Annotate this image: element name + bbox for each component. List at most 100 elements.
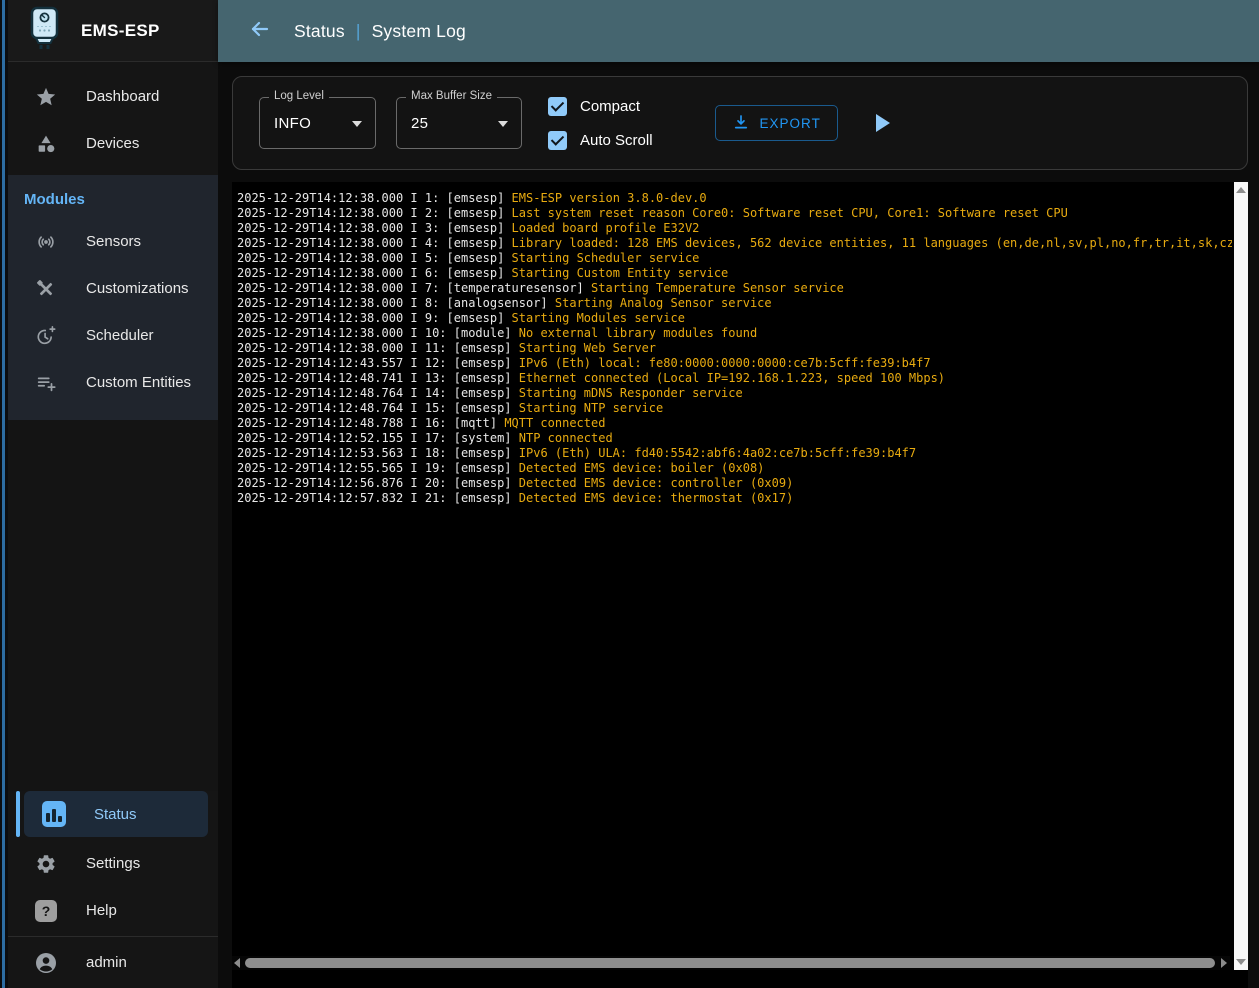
log-line: 2025-12-29T14:12:53.563 I 18: [emsesp] I…: [237, 446, 1232, 461]
chevron-down-icon: [352, 121, 362, 127]
log-console: 2025-12-29T14:12:38.000 I 1: [emsesp] EM…: [232, 182, 1248, 988]
sidebar-item-help[interactable]: ? Help: [8, 887, 218, 934]
log-line: 2025-12-29T14:12:38.000 I 2: [emsesp] La…: [237, 206, 1232, 221]
compact-checkbox[interactable]: [548, 97, 567, 116]
log-line: 2025-12-29T14:12:38.000 I 3: [emsesp] Lo…: [237, 221, 1232, 236]
log-level-select[interactable]: Log Level INFO: [259, 97, 376, 149]
account-circle-icon: [34, 951, 58, 975]
sidebar-item-settings[interactable]: Settings: [8, 840, 218, 887]
page-title: System Log: [372, 21, 466, 41]
log-line: 2025-12-29T14:12:48.764 I 14: [emsesp] S…: [237, 386, 1232, 401]
log-line: 2025-12-29T14:12:38.000 I 7: [temperatur…: [237, 281, 1232, 296]
log-line: 2025-12-29T14:12:38.000 I 9: [emsesp] St…: [237, 311, 1232, 326]
gear-icon: [34, 852, 58, 876]
export-button[interactable]: EXPORT: [715, 105, 838, 141]
sidebar: EMS-ESP Dashboard Devices Modules: [8, 0, 218, 988]
sidebar-item-dashboard[interactable]: Dashboard: [8, 73, 218, 120]
bar-chart-icon: [42, 802, 66, 826]
vertical-scrollbar[interactable]: [1234, 182, 1248, 970]
compact-label: Compact: [580, 98, 640, 115]
sidebar-divider: [8, 936, 218, 937]
log-line: 2025-12-29T14:12:38.000 I 4: [emsesp] Li…: [237, 236, 1232, 251]
sidebar-item-label: Status: [94, 806, 137, 823]
sidebar-item-label: Custom Entities: [86, 374, 191, 391]
log-line: 2025-12-29T14:12:55.565 I 19: [emsesp] D…: [237, 461, 1232, 476]
toolbar-checkboxes: Compact Auto Scroll: [548, 97, 653, 150]
log-line: 2025-12-29T14:12:56.876 I 20: [emsesp] D…: [237, 476, 1232, 491]
sidebar-item-devices[interactable]: Devices: [8, 120, 218, 167]
sidebar-user-label: admin: [86, 954, 127, 971]
log-line: 2025-12-29T14:12:38.000 I 11: [emsesp] S…: [237, 341, 1232, 356]
sidebar-item-label: Settings: [86, 855, 140, 872]
category-icon: [34, 132, 58, 156]
download-icon: [732, 113, 750, 134]
log-line: 2025-12-29T14:12:52.155 I 17: [system] N…: [237, 431, 1232, 446]
main-content: Status|System Log Log Level INFO Max Buf…: [218, 0, 1259, 988]
compact-checkbox-row[interactable]: Compact: [548, 97, 653, 116]
boiler-icon: [28, 6, 61, 55]
log-line: 2025-12-29T14:12:43.557 I 12: [emsesp] I…: [237, 356, 1232, 371]
sensors-icon: [34, 230, 58, 254]
scroll-left-icon[interactable]: [234, 958, 240, 968]
ems-esp-app: EMS-ESP Dashboard Devices Modules: [0, 0, 1259, 988]
export-button-label: EXPORT: [760, 116, 821, 131]
log-toolbar: Log Level INFO Max Buffer Size 25 Compac…: [232, 76, 1248, 170]
sidebar-item-label: Help: [86, 902, 117, 919]
auto-scroll-checkbox[interactable]: [548, 131, 567, 150]
log-line: 2025-12-29T14:12:38.000 I 1: [emsesp] EM…: [237, 191, 1232, 206]
sidebar-spacer: [8, 420, 218, 791]
log-line: 2025-12-29T14:12:57.832 I 21: [emsesp] D…: [237, 491, 1232, 506]
play-icon[interactable]: [876, 114, 890, 132]
sidebar-item-sensors[interactable]: Sensors: [8, 218, 218, 265]
log-line: 2025-12-29T14:12:38.000 I 10: [module] N…: [237, 326, 1232, 341]
log-line: 2025-12-29T14:12:48.764 I 15: [emsesp] S…: [237, 401, 1232, 416]
active-item-indicator: [16, 791, 20, 837]
breadcrumb-section: Status: [294, 21, 345, 41]
auto-scroll-checkbox-row[interactable]: Auto Scroll: [548, 131, 653, 150]
app-bar: Status|System Log: [218, 0, 1259, 62]
sidebar-item-customizations[interactable]: Customizations: [8, 265, 218, 312]
sidebar-item-label: Customizations: [86, 280, 189, 297]
horizontal-scrollbar-thumb[interactable]: [245, 958, 1215, 968]
max-buffer-size-value: 25: [411, 115, 428, 132]
playlist-add-icon: [34, 371, 58, 395]
sidebar-bottom-nav: Status Settings ? Help: [8, 791, 218, 988]
log-level-label: Log Level: [269, 90, 329, 102]
sidebar-item-status[interactable]: Status: [24, 791, 208, 837]
more-time-icon: [34, 324, 58, 348]
sidebar-top-nav: Dashboard Devices: [8, 62, 218, 175]
max-buffer-size-label: Max Buffer Size: [406, 90, 497, 102]
app-logo-row: EMS-ESP: [8, 0, 218, 62]
arrow-back-icon[interactable]: [248, 17, 272, 46]
sidebar-item-scheduler[interactable]: Scheduler: [8, 312, 218, 359]
auto-scroll-label: Auto Scroll: [580, 132, 653, 149]
star-icon: [34, 85, 58, 109]
desktop-edge-strip: [0, 0, 8, 988]
sidebar-item-custom-entities[interactable]: Custom Entities: [8, 359, 218, 406]
max-buffer-size-select[interactable]: Max Buffer Size 25: [396, 97, 522, 149]
horizontal-scrollbar[interactable]: [232, 956, 1230, 970]
chevron-down-icon: [498, 121, 508, 127]
log-line: 2025-12-29T14:12:38.000 I 8: [analogsens…: [237, 296, 1232, 311]
app-title: EMS-ESP: [81, 21, 160, 41]
log-line: 2025-12-29T14:12:48.788 I 16: [mqtt] MQT…: [237, 416, 1232, 431]
help-icon: ?: [34, 899, 58, 923]
log-level-value: INFO: [274, 115, 311, 132]
log-lines: 2025-12-29T14:12:38.000 I 1: [emsesp] EM…: [237, 191, 1232, 954]
modules-section-header: Modules: [8, 183, 218, 218]
sidebar-item-label: Devices: [86, 135, 139, 152]
sidebar-item-admin[interactable]: admin: [8, 939, 218, 986]
log-line: 2025-12-29T14:12:38.000 I 6: [emsesp] St…: [237, 266, 1232, 281]
construction-icon: [34, 277, 58, 301]
scroll-down-icon[interactable]: [1236, 959, 1246, 965]
log-line: 2025-12-29T14:12:48.741 I 13: [emsesp] E…: [237, 371, 1232, 386]
scroll-right-icon[interactable]: [1221, 958, 1227, 968]
scroll-up-icon[interactable]: [1236, 187, 1246, 193]
sidebar-item-label: Sensors: [86, 233, 141, 250]
log-line: 2025-12-29T14:12:38.000 I 5: [emsesp] St…: [237, 251, 1232, 266]
sidebar-modules-panel: Modules Sensors: [8, 175, 218, 420]
sidebar-item-label: Scheduler: [86, 327, 154, 344]
breadcrumb: Status|System Log: [294, 21, 466, 42]
sidebar-item-label: Dashboard: [86, 88, 159, 105]
breadcrumb-separator: |: [345, 21, 372, 41]
